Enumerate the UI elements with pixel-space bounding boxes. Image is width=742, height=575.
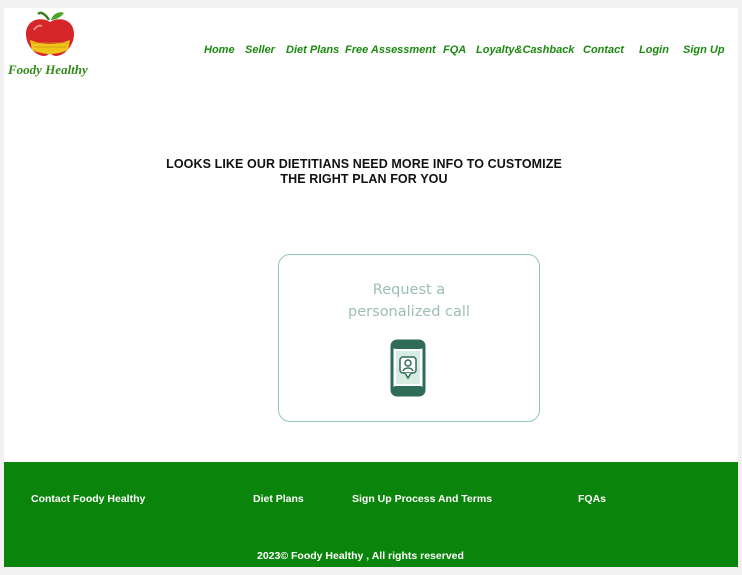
headline-line-2: THE RIGHT PLAN FOR YOU [280, 172, 448, 186]
nav-item-diet-plans[interactable]: Diet Plans [286, 44, 339, 56]
phone-call-icon [390, 339, 426, 397]
nav-item-contact[interactable]: Contact [583, 44, 624, 56]
footer-link-contact[interactable]: Contact Foody Healthy [31, 493, 145, 505]
footer-link-diet-plans[interactable]: Diet Plans [253, 493, 304, 505]
nav-item-login[interactable]: Login [639, 44, 669, 56]
nav-item-loyalty-cashback[interactable]: Loyalty&Cashback [476, 44, 574, 56]
main-nav: Home Seller Diet Plans Free Assessment F… [4, 44, 738, 60]
nav-item-free-assessment[interactable]: Free Assessment [345, 44, 436, 56]
brand-name: Foody Healthy [8, 62, 88, 77]
request-call-card[interactable]: Request a personalized call [278, 254, 540, 422]
nav-item-sign-up[interactable]: Sign Up [683, 44, 725, 56]
nav-item-fqa[interactable]: FQA [443, 44, 466, 56]
nav-item-seller[interactable]: Seller [245, 44, 275, 56]
request-call-text: Request a personalized call [279, 279, 539, 323]
site-footer: Contact Foody Healthy Diet Plans Sign Up… [4, 462, 738, 567]
footer-copyright: 2023© Foody Healthy , All rights reserve… [257, 550, 464, 562]
request-call-line-1: Request a [372, 282, 446, 298]
headline-line-1: LOOKS LIKE OUR DIETITIANS NEED MORE INFO… [166, 157, 562, 171]
nav-item-home[interactable]: Home [204, 44, 235, 56]
page-headline: LOOKS LIKE OUR DIETITIANS NEED MORE INFO… [154, 157, 574, 187]
footer-link-signup-terms[interactable]: Sign Up Process And Terms [352, 493, 492, 505]
request-call-line-2: personalized call [348, 304, 470, 320]
footer-link-fqas[interactable]: FQAs [578, 493, 606, 505]
